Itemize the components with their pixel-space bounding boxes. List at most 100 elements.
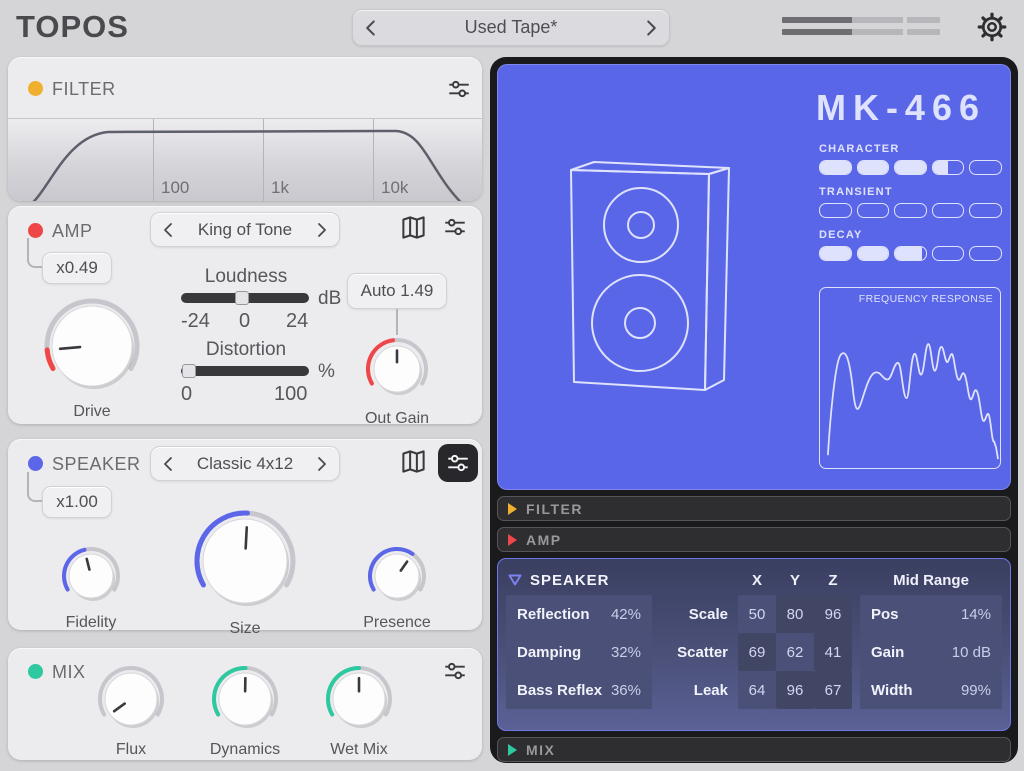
screen-meter-segments — [819, 246, 1003, 261]
table-cell-pos[interactable]: Pos 14% — [860, 595, 1002, 633]
filter-curve — [32, 129, 462, 201]
meter-segment — [931, 203, 964, 218]
amp-multiplier-chip[interactable]: x0.49 — [42, 252, 112, 284]
filter-title: FILTER — [52, 79, 116, 99]
out-gain-knob[interactable] — [363, 335, 431, 408]
loudness-handle[interactable] — [235, 291, 249, 305]
frequency-response-curve — [826, 343, 999, 460]
accordion-speaker-header[interactable]: SPEAKER — [506, 565, 738, 595]
flux-knob[interactable] — [96, 664, 166, 739]
frequency-response-label: FREQUENCY RESPONSE — [858, 293, 993, 305]
meter-segment — [856, 246, 889, 261]
amp-map-icon[interactable] — [400, 214, 427, 246]
speaker-preset-prev-button[interactable] — [163, 456, 173, 472]
cell-leak-y[interactable]: 96 — [776, 671, 814, 709]
output-level-meter — [782, 17, 940, 41]
filter-sliders-icon[interactable] — [446, 76, 472, 107]
cell-scatter-y[interactable]: 62 — [776, 633, 814, 671]
speaker-display-panel: MK-466 CHARACTER TRANSIENT DECAY FREQUENCY… — [490, 57, 1018, 763]
cell-scatter-x[interactable]: 69 — [738, 633, 776, 671]
accordion-speaker-title: SPEAKER — [530, 571, 610, 589]
auto-gain-connector — [396, 309, 398, 335]
speaker-enable-dot[interactable] — [28, 456, 43, 471]
table-cell-gain[interactable]: Gain 10 dB — [860, 633, 1002, 671]
loudness-label: Loudness — [204, 266, 288, 287]
accordion-amp-label: AMP — [526, 531, 562, 548]
speaker-multiplier-chip[interactable]: x1.00 — [42, 486, 112, 518]
screen-meter-label: CHARACTER — [819, 143, 900, 155]
amp-preset-name[interactable]: King of Tone — [198, 220, 292, 240]
screen-meter-label: TRANSIENT — [819, 186, 893, 198]
amp-enable-dot[interactable] — [28, 223, 43, 238]
amp-preset-selector[interactable]: King of Tone — [150, 212, 340, 247]
filter-enable-dot[interactable] — [28, 81, 43, 96]
meter-segment — [969, 203, 1002, 218]
row-label-scale: Scale — [688, 605, 728, 623]
mix-enable-dot[interactable] — [28, 664, 43, 679]
speaker-title: SPEAKER — [52, 454, 141, 474]
speaker-model-name: MK-466 — [815, 87, 986, 128]
meter-segment — [819, 246, 852, 261]
loudness-slider[interactable] — [181, 291, 309, 305]
table-cell-bass-reflex[interactable]: Bass Reflex 36% — [506, 671, 652, 709]
meter-segment — [969, 160, 1002, 175]
auto-gain-chip[interactable]: Auto 1.49 — [347, 273, 447, 309]
amp-preset-next-button[interactable] — [317, 222, 327, 238]
mid-range-header: Mid Range — [893, 571, 969, 589]
speaker-screen: MK-466 CHARACTER TRANSIENT DECAY FREQUENCY… — [497, 64, 1011, 490]
accordion-speaker-panel: SPEAKER X Y Z Mid Range Reflection 42% Sc… — [497, 558, 1011, 731]
filter-response-display[interactable]: 100 1k 10k — [8, 118, 482, 201]
mix-sliders-icon[interactable] — [442, 658, 468, 689]
amp-preset-prev-button[interactable] — [163, 222, 173, 238]
wet-mix-knob-label: Wet Mix — [330, 741, 388, 758]
cell-leak-z[interactable]: 67 — [814, 671, 852, 709]
wet-mix-knob[interactable] — [324, 664, 394, 739]
speaker-preset-next-button[interactable] — [317, 456, 327, 472]
distortion-unit: % — [318, 361, 335, 382]
app-title: TOPOS — [16, 9, 129, 44]
accordion-mix-row[interactable]: MIX — [497, 737, 1011, 762]
meter-segment — [856, 160, 889, 175]
speaker-collapse-triangle-icon — [508, 574, 522, 586]
cell-leak-x[interactable]: 64 — [738, 671, 776, 709]
preset-selector[interactable]: Used Tape* — [352, 9, 670, 46]
table-cell-width[interactable]: Width 99% — [860, 671, 1002, 709]
fidelity-knob[interactable] — [60, 545, 122, 612]
speaker-preset-selector[interactable]: Classic 4x12 — [150, 446, 340, 481]
col-header-z: Z — [828, 571, 838, 589]
dynamics-knob[interactable] — [210, 664, 280, 739]
presence-knob[interactable] — [366, 545, 428, 612]
meter-segment — [969, 246, 1002, 261]
mix-card: MIX Flux Dynamics Wet Mix — [8, 648, 482, 760]
speaker-sliders-button-active[interactable] — [438, 444, 478, 482]
amp-sliders-icon[interactable] — [442, 214, 468, 245]
row-label-scatter: Scatter — [677, 643, 728, 661]
speaker-map-icon[interactable] — [400, 448, 427, 480]
loudness-tick-max: 24 — [286, 310, 309, 332]
preset-prev-button[interactable] — [365, 19, 376, 37]
cell-scale-z[interactable]: 96 — [814, 595, 852, 633]
cell-scale-x[interactable]: 50 — [738, 595, 776, 633]
settings-gear-icon[interactable] — [977, 12, 1007, 42]
filter-expand-triangle-icon — [508, 502, 517, 515]
accordion-amp-row[interactable]: AMP — [497, 527, 1011, 552]
preset-name[interactable]: Used Tape* — [465, 17, 558, 38]
cell-scale-y[interactable]: 80 — [776, 595, 814, 633]
out-gain-knob-label: Out Gain — [364, 410, 430, 427]
size-knob[interactable] — [193, 509, 297, 618]
screen-meter-segments — [819, 203, 1003, 218]
screen-meter-segments — [819, 160, 1003, 175]
table-cell-reflection[interactable]: Reflection 42% — [506, 595, 652, 633]
screen-meters: CHARACTER TRANSIENT DECAY — [819, 143, 1003, 272]
distortion-slider[interactable] — [181, 364, 309, 378]
meter-segment — [894, 246, 927, 261]
mix-title: MIX — [52, 662, 86, 682]
table-cell-damping[interactable]: Damping 32% — [506, 633, 652, 671]
amp-card: AMP King of Tone x0.49 Loudness dB -24 0… — [8, 206, 482, 427]
drive-knob[interactable] — [42, 296, 142, 401]
distortion-handle[interactable] — [182, 364, 196, 378]
accordion-filter-row[interactable]: FILTER — [497, 496, 1011, 521]
speaker-preset-name[interactable]: Classic 4x12 — [197, 454, 293, 474]
cell-scatter-z[interactable]: 41 — [814, 633, 852, 671]
preset-next-button[interactable] — [646, 19, 657, 37]
